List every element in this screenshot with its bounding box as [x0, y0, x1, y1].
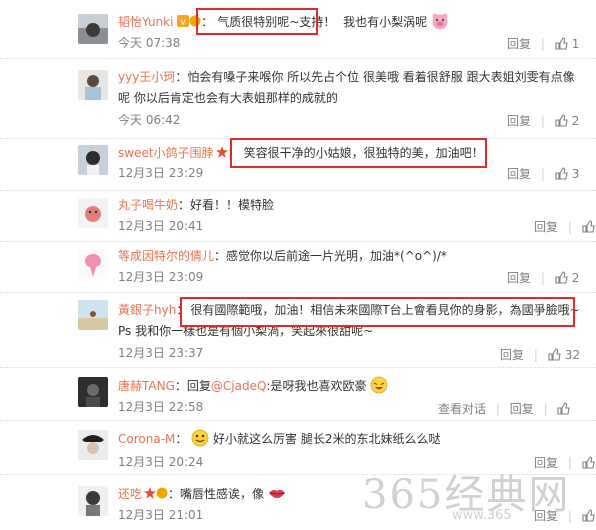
avatar[interactable] [78, 377, 108, 407]
comment-item: 唐赫TANG：回复@CjadeQ:是呀我也喜欢欧豪 12月3日 22:58 查看… [0, 367, 596, 421]
comment-text-cont: 呢 你以后肯定也会有大表姐那样的成就的 [118, 91, 338, 105]
like-button[interactable]: 3 [555, 167, 580, 181]
grinning-emoji-icon [191, 429, 209, 447]
svg-text:v: v [181, 18, 187, 28]
reply-button[interactable]: 回复 [500, 348, 524, 362]
thumbs-up-icon [548, 348, 561, 361]
commenter-name[interactable]: sweet小鸽子围脖 [118, 146, 214, 160]
reply-button[interactable]: 回复 [510, 402, 534, 416]
commenter-name[interactable]: 黃銀子hyh [118, 303, 176, 317]
like-button[interactable] [582, 220, 596, 234]
comment-time: 12月3日 22:58 [118, 400, 204, 414]
comment-text: ：好看！！模特脸 [178, 198, 275, 212]
watermark-url: www.365 [452, 508, 512, 523]
lips-emoji-icon [268, 484, 286, 502]
thumbs-up-icon [557, 402, 571, 415]
commenter-name[interactable]: Corona-M [118, 432, 175, 446]
member-icon [156, 486, 168, 499]
comment-text-extra: 我也有小梨涡呢 [339, 15, 428, 29]
thumbs-up-icon [582, 220, 595, 233]
thumbs-up-icon [555, 37, 568, 50]
like-button[interactable] [582, 456, 596, 470]
comment-text: ：嘴唇性感诶，像 [168, 487, 265, 501]
thumbs-up-icon [582, 509, 595, 522]
like-count: 1 [571, 37, 580, 51]
comment-time: 12月3日 21:01 [118, 508, 204, 522]
like-button[interactable] [557, 402, 574, 416]
highlight-box [230, 138, 487, 168]
avatar[interactable] [78, 70, 108, 100]
like-count: 3 [571, 167, 580, 181]
reply-button[interactable]: 回复 [534, 220, 558, 234]
comment-item: 等成因特尔的倩儿：感觉你以后前途一片光明，加油*(^o^)/* 12月3日 23… [0, 241, 596, 293]
reply-button[interactable]: 回复 [507, 37, 531, 51]
comment-text: 好小就这么厉害 腿长2米的东北妹纸么么哒 [213, 432, 441, 446]
comment-time: 12月3日 23:29 [118, 166, 204, 180]
commenter-name[interactable]: 还吃 [118, 487, 142, 501]
comment-text-end: :是呀我也喜欢欧豪 [266, 379, 367, 393]
commenter-name[interactable]: 丸子喝牛奶 [118, 198, 178, 212]
comment-text: ：感觉你以后前途一片光明，加油*(^o^)/* [214, 249, 447, 263]
vip-icon: v [177, 14, 190, 28]
like-count: 2 [571, 271, 580, 285]
reply-button[interactable]: 回复 [507, 114, 531, 128]
mention-link[interactable]: @CjadeQ [211, 379, 267, 393]
like-count: 32 [564, 348, 580, 362]
pig-emoji-icon [431, 12, 449, 30]
comment-time: 12月3日 20:24 [118, 455, 204, 469]
highlight-box [196, 8, 318, 35]
avatar[interactable] [78, 486, 108, 516]
like-button[interactable]: 2 [555, 271, 580, 285]
star-icon [144, 486, 157, 499]
reply-button[interactable]: 回复 [507, 271, 531, 285]
thumbs-up-icon [582, 456, 595, 469]
commenter-name[interactable]: yyy王小珂 [118, 70, 175, 84]
commenter-name[interactable]: 韬怡Yunki [118, 15, 173, 29]
comment-time: 今天 06:42 [118, 113, 181, 127]
view-conversation-button[interactable]: 查看对话 [438, 402, 486, 416]
reply-button[interactable]: 回复 [507, 167, 531, 181]
star-icon [215, 145, 228, 158]
commenter-name[interactable]: 等成因特尔的倩儿 [118, 249, 214, 263]
avatar[interactable] [78, 14, 108, 44]
avatar[interactable] [78, 300, 108, 330]
comment-time: 今天 07:38 [118, 36, 181, 50]
comment-item: yyy王小珂：怕会有嗓子来喉你 所以先占个位 很美哦 看着很舒服 跟大表姐刘雯有… [0, 58, 596, 139]
comment-time: 12月3日 23:09 [118, 270, 204, 284]
like-button[interactable]: 2 [555, 114, 580, 128]
thumbs-up-icon [555, 114, 568, 127]
comment-item: 丸子喝牛奶：好看！！模特脸 12月3日 20:41 回复 | [0, 190, 596, 242]
like-count: 2 [571, 114, 580, 128]
comment-text: ：怕会有嗓子来喉你 所以先占个位 很美哦 看着很舒服 跟大表姐刘雯有点像 [175, 70, 575, 84]
highlight-box [180, 297, 575, 327]
commenter-name[interactable]: 唐赫TANG [118, 379, 175, 393]
thumbs-up-icon [555, 271, 568, 284]
comment-text: ：回复 [174, 379, 211, 393]
avatar[interactable] [78, 145, 108, 175]
thumbs-up-icon [555, 167, 568, 180]
avatar[interactable] [78, 198, 108, 228]
comment-time: 12月3日 20:41 [118, 219, 204, 233]
avatar[interactable] [78, 430, 108, 460]
comment-time: 12月3日 23:37 [118, 346, 204, 360]
avatar[interactable] [78, 249, 108, 279]
laughing-emoji-icon [370, 376, 388, 394]
like-button[interactable]: 1 [555, 37, 580, 51]
like-button[interactable] [582, 509, 596, 523]
like-button[interactable]: 32 [548, 348, 580, 362]
